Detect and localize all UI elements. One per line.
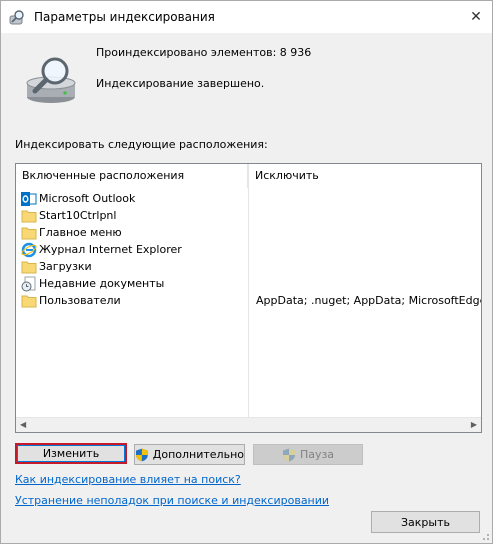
internet-explorer-icon (21, 242, 37, 258)
location-name: Пользователи (39, 294, 121, 307)
column-header-included[interactable]: Включенные расположения (16, 164, 248, 188)
how-indexing-affects-search-link[interactable]: Как индексирование влияет на поиск? (15, 473, 241, 486)
window-title: Параметры индексирования (34, 10, 215, 24)
scroll-right-icon[interactable]: ▶ (471, 420, 477, 429)
locations-rows: Microsoft Outlook Start10Ctrlpnl Главное… (16, 190, 481, 309)
close-icon: ✕ (470, 9, 482, 25)
column-header-exclude[interactable]: Исключить (249, 164, 481, 188)
indexing-options-window: Параметры индексирования ✕ Проиндексиров… (0, 0, 493, 544)
uac-shield-icon (135, 448, 148, 461)
modify-button[interactable]: Изменить (15, 443, 127, 464)
list-item[interactable]: Загрузки (16, 258, 481, 275)
folder-icon (21, 295, 37, 308)
title-bar: Параметры индексирования ✕ (1, 1, 492, 33)
pause-button[interactable]: Пауза (253, 444, 363, 465)
location-name: Microsoft Outlook (39, 192, 136, 205)
locations-list[interactable]: Включенные расположения Исключить Micros… (15, 163, 482, 433)
indexing-options-icon (9, 10, 24, 25)
location-name: Журнал Internet Explorer (39, 243, 182, 256)
location-name: Главное меню (39, 226, 122, 239)
uac-shield-icon (282, 448, 295, 461)
folder-icon (21, 210, 37, 223)
outlook-icon (21, 192, 37, 206)
advanced-button-label: Дополнительно (152, 448, 244, 461)
close-button-label: Закрыть (401, 515, 450, 529)
folder-icon (21, 261, 37, 274)
indexed-items-count: Проиндексировано элементов: 8 936 (96, 46, 312, 59)
location-exclusions: AppData; .nuget; AppData; MicrosoftEdgeB… (256, 294, 481, 307)
advanced-button[interactable]: Дополнительно (134, 444, 245, 465)
list-item[interactable]: Start10Ctrlpnl (16, 207, 481, 224)
locations-label: Индексировать следующие расположения: (15, 138, 268, 151)
list-item[interactable]: Недавние документы (16, 275, 481, 292)
troubleshoot-search-link[interactable]: Устранение неполадок при поиске и индекс… (15, 494, 329, 507)
list-item[interactable]: Главное меню (16, 224, 481, 241)
location-name: Start10Ctrlpnl (39, 209, 117, 222)
indexing-drive-icon (26, 57, 76, 103)
location-name: Недавние документы (39, 277, 165, 290)
resize-grip-icon[interactable] (480, 531, 490, 541)
list-item[interactable]: Журнал Internet Explorer (16, 241, 481, 258)
indexing-status: Индексирование завершено. (96, 77, 265, 90)
list-item[interactable]: Пользователи AppData; .nuget; AppData; M… (16, 292, 481, 309)
recent-documents-icon (21, 276, 36, 292)
scroll-left-icon[interactable]: ◀ (20, 420, 26, 429)
pause-button-label: Пауза (299, 448, 335, 461)
modify-button-label: Изменить (42, 447, 100, 460)
folder-icon (21, 227, 37, 240)
close-window-button[interactable]: ✕ (460, 1, 492, 33)
list-item[interactable]: Microsoft Outlook (16, 190, 481, 207)
horizontal-scrollbar[interactable]: ◀ ▶ (16, 417, 481, 432)
location-name: Загрузки (39, 260, 92, 273)
close-button[interactable]: Закрыть (371, 511, 480, 533)
